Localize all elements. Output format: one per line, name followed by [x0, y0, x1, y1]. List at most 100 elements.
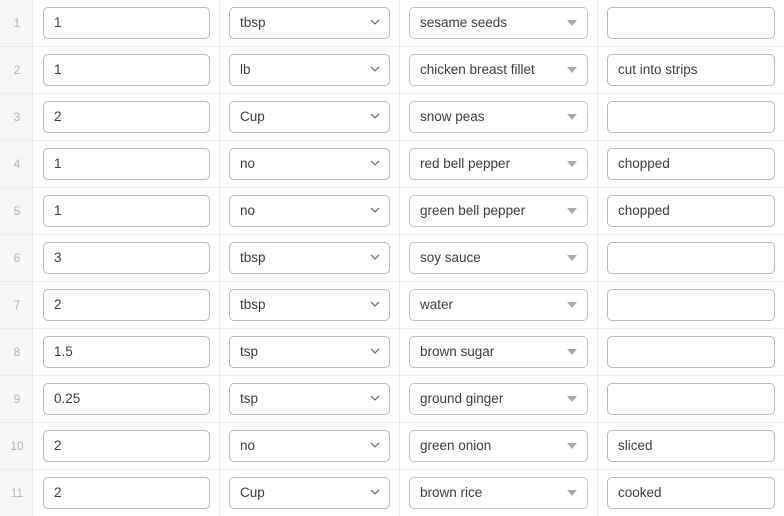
ingredient-select[interactable]: snow peas: [409, 101, 588, 133]
unit-select[interactable]: Cup: [229, 101, 390, 133]
quantity-input[interactable]: 0.25: [43, 383, 210, 415]
ingredient-select[interactable]: brown rice: [409, 477, 588, 509]
row-number-cell[interactable]: 7: [0, 282, 34, 328]
chevron-down-icon: [370, 252, 380, 262]
note-input[interactable]: sliced: [607, 430, 775, 462]
note-input[interactable]: [607, 336, 775, 368]
ingredient-cell: green onion: [400, 423, 598, 469]
quantity-cell: 1: [34, 188, 220, 234]
unit-value: tsp: [240, 345, 259, 359]
caret-down-icon: [567, 302, 577, 308]
chevron-down-icon: [370, 299, 380, 309]
unit-value: tbsp: [240, 16, 266, 30]
quantity-cell: 3: [34, 235, 220, 281]
caret-down-icon: [567, 349, 577, 355]
quantity-value: 2: [54, 110, 62, 124]
table-row: 6 3 tbsp soy sauce: [0, 235, 784, 282]
unit-select[interactable]: no: [229, 430, 390, 462]
unit-select[interactable]: tsp: [229, 383, 390, 415]
note-input[interactable]: [607, 7, 775, 39]
ingredient-select[interactable]: red bell pepper: [409, 148, 588, 180]
ingredient-select[interactable]: ground ginger: [409, 383, 588, 415]
note-input[interactable]: cut into strips: [607, 54, 775, 86]
ingredient-value: chicken breast fillet: [420, 63, 535, 77]
row-number-cell[interactable]: 4: [0, 141, 34, 187]
chevron-down-icon: [370, 64, 380, 74]
ingredient-value: red bell pepper: [420, 157, 511, 171]
unit-select[interactable]: tbsp: [229, 242, 390, 274]
quantity-input[interactable]: 3: [43, 242, 210, 274]
quantity-input[interactable]: 2: [43, 477, 210, 509]
chevron-down-icon: [370, 346, 380, 356]
row-number-cell[interactable]: 11: [0, 470, 34, 516]
ingredient-cell: chicken breast fillet: [400, 47, 598, 93]
unit-select[interactable]: no: [229, 195, 390, 227]
quantity-input[interactable]: 1: [43, 54, 210, 86]
quantity-input[interactable]: 1.5: [43, 336, 210, 368]
unit-select[interactable]: tsp: [229, 336, 390, 368]
note-input[interactable]: cooked: [607, 477, 775, 509]
note-cell: chopped: [598, 188, 784, 234]
note-input[interactable]: [607, 101, 775, 133]
row-number-cell[interactable]: 3: [0, 94, 34, 140]
note-input[interactable]: chopped: [607, 148, 775, 180]
ingredient-select[interactable]: water: [409, 289, 588, 321]
row-number-cell[interactable]: 2: [0, 47, 34, 93]
table-row: 7 2 tbsp water: [0, 282, 784, 329]
quantity-input[interactable]: 1: [43, 148, 210, 180]
quantity-value: 3: [54, 251, 62, 265]
ingredient-select[interactable]: sesame seeds: [409, 7, 588, 39]
note-input[interactable]: [607, 383, 775, 415]
row-number-cell[interactable]: 1: [0, 0, 34, 46]
quantity-input[interactable]: 1: [43, 7, 210, 39]
note-input[interactable]: chopped: [607, 195, 775, 227]
row-number-cell[interactable]: 6: [0, 235, 34, 281]
unit-value: no: [240, 157, 256, 171]
caret-down-icon: [567, 255, 577, 261]
row-number-label: 2: [13, 63, 21, 77]
unit-value: tbsp: [240, 298, 266, 312]
row-number-label: 7: [13, 298, 21, 312]
quantity-value: 2: [54, 298, 62, 312]
quantity-input[interactable]: 2: [43, 430, 210, 462]
caret-down-icon: [567, 396, 577, 402]
ingredient-select[interactable]: chicken breast fillet: [409, 54, 588, 86]
unit-select[interactable]: tbsp: [229, 289, 390, 321]
row-number-cell[interactable]: 8: [0, 329, 34, 375]
chevron-down-icon: [370, 487, 380, 497]
quantity-cell: 1: [34, 141, 220, 187]
note-input[interactable]: [607, 289, 775, 321]
ingredient-value: water: [420, 298, 454, 312]
ingredient-select[interactable]: green bell pepper: [409, 195, 588, 227]
note-input[interactable]: [607, 242, 775, 274]
quantity-input[interactable]: 2: [43, 101, 210, 133]
note-cell: sliced: [598, 423, 784, 469]
ingredient-value: green onion: [420, 439, 492, 453]
row-number-cell[interactable]: 10: [0, 423, 34, 469]
ingredient-select[interactable]: soy sauce: [409, 242, 588, 274]
chevron-down-icon: [370, 111, 380, 121]
unit-cell: tsp: [220, 376, 400, 422]
unit-select[interactable]: no: [229, 148, 390, 180]
quantity-input[interactable]: 1: [43, 195, 210, 227]
table-row: 8 1.5 tsp brown sugar: [0, 329, 784, 376]
quantity-cell: 2: [34, 423, 220, 469]
quantity-input[interactable]: 2: [43, 289, 210, 321]
caret-down-icon: [567, 161, 577, 167]
unit-select[interactable]: Cup: [229, 477, 390, 509]
note-value: cooked: [618, 486, 662, 500]
ingredient-select[interactable]: green onion: [409, 430, 588, 462]
unit-cell: tbsp: [220, 0, 400, 46]
unit-select[interactable]: tbsp: [229, 7, 390, 39]
unit-select[interactable]: lb: [229, 54, 390, 86]
note-cell: [598, 376, 784, 422]
row-number-cell[interactable]: 5: [0, 188, 34, 234]
note-cell: [598, 329, 784, 375]
quantity-value: 1: [54, 157, 62, 171]
unit-value: tsp: [240, 392, 259, 406]
ingredient-select[interactable]: brown sugar: [409, 336, 588, 368]
quantity-value: 1.5: [54, 345, 73, 359]
row-number-cell[interactable]: 9: [0, 376, 34, 422]
row-number-label: 5: [13, 204, 21, 218]
caret-down-icon: [567, 443, 577, 449]
